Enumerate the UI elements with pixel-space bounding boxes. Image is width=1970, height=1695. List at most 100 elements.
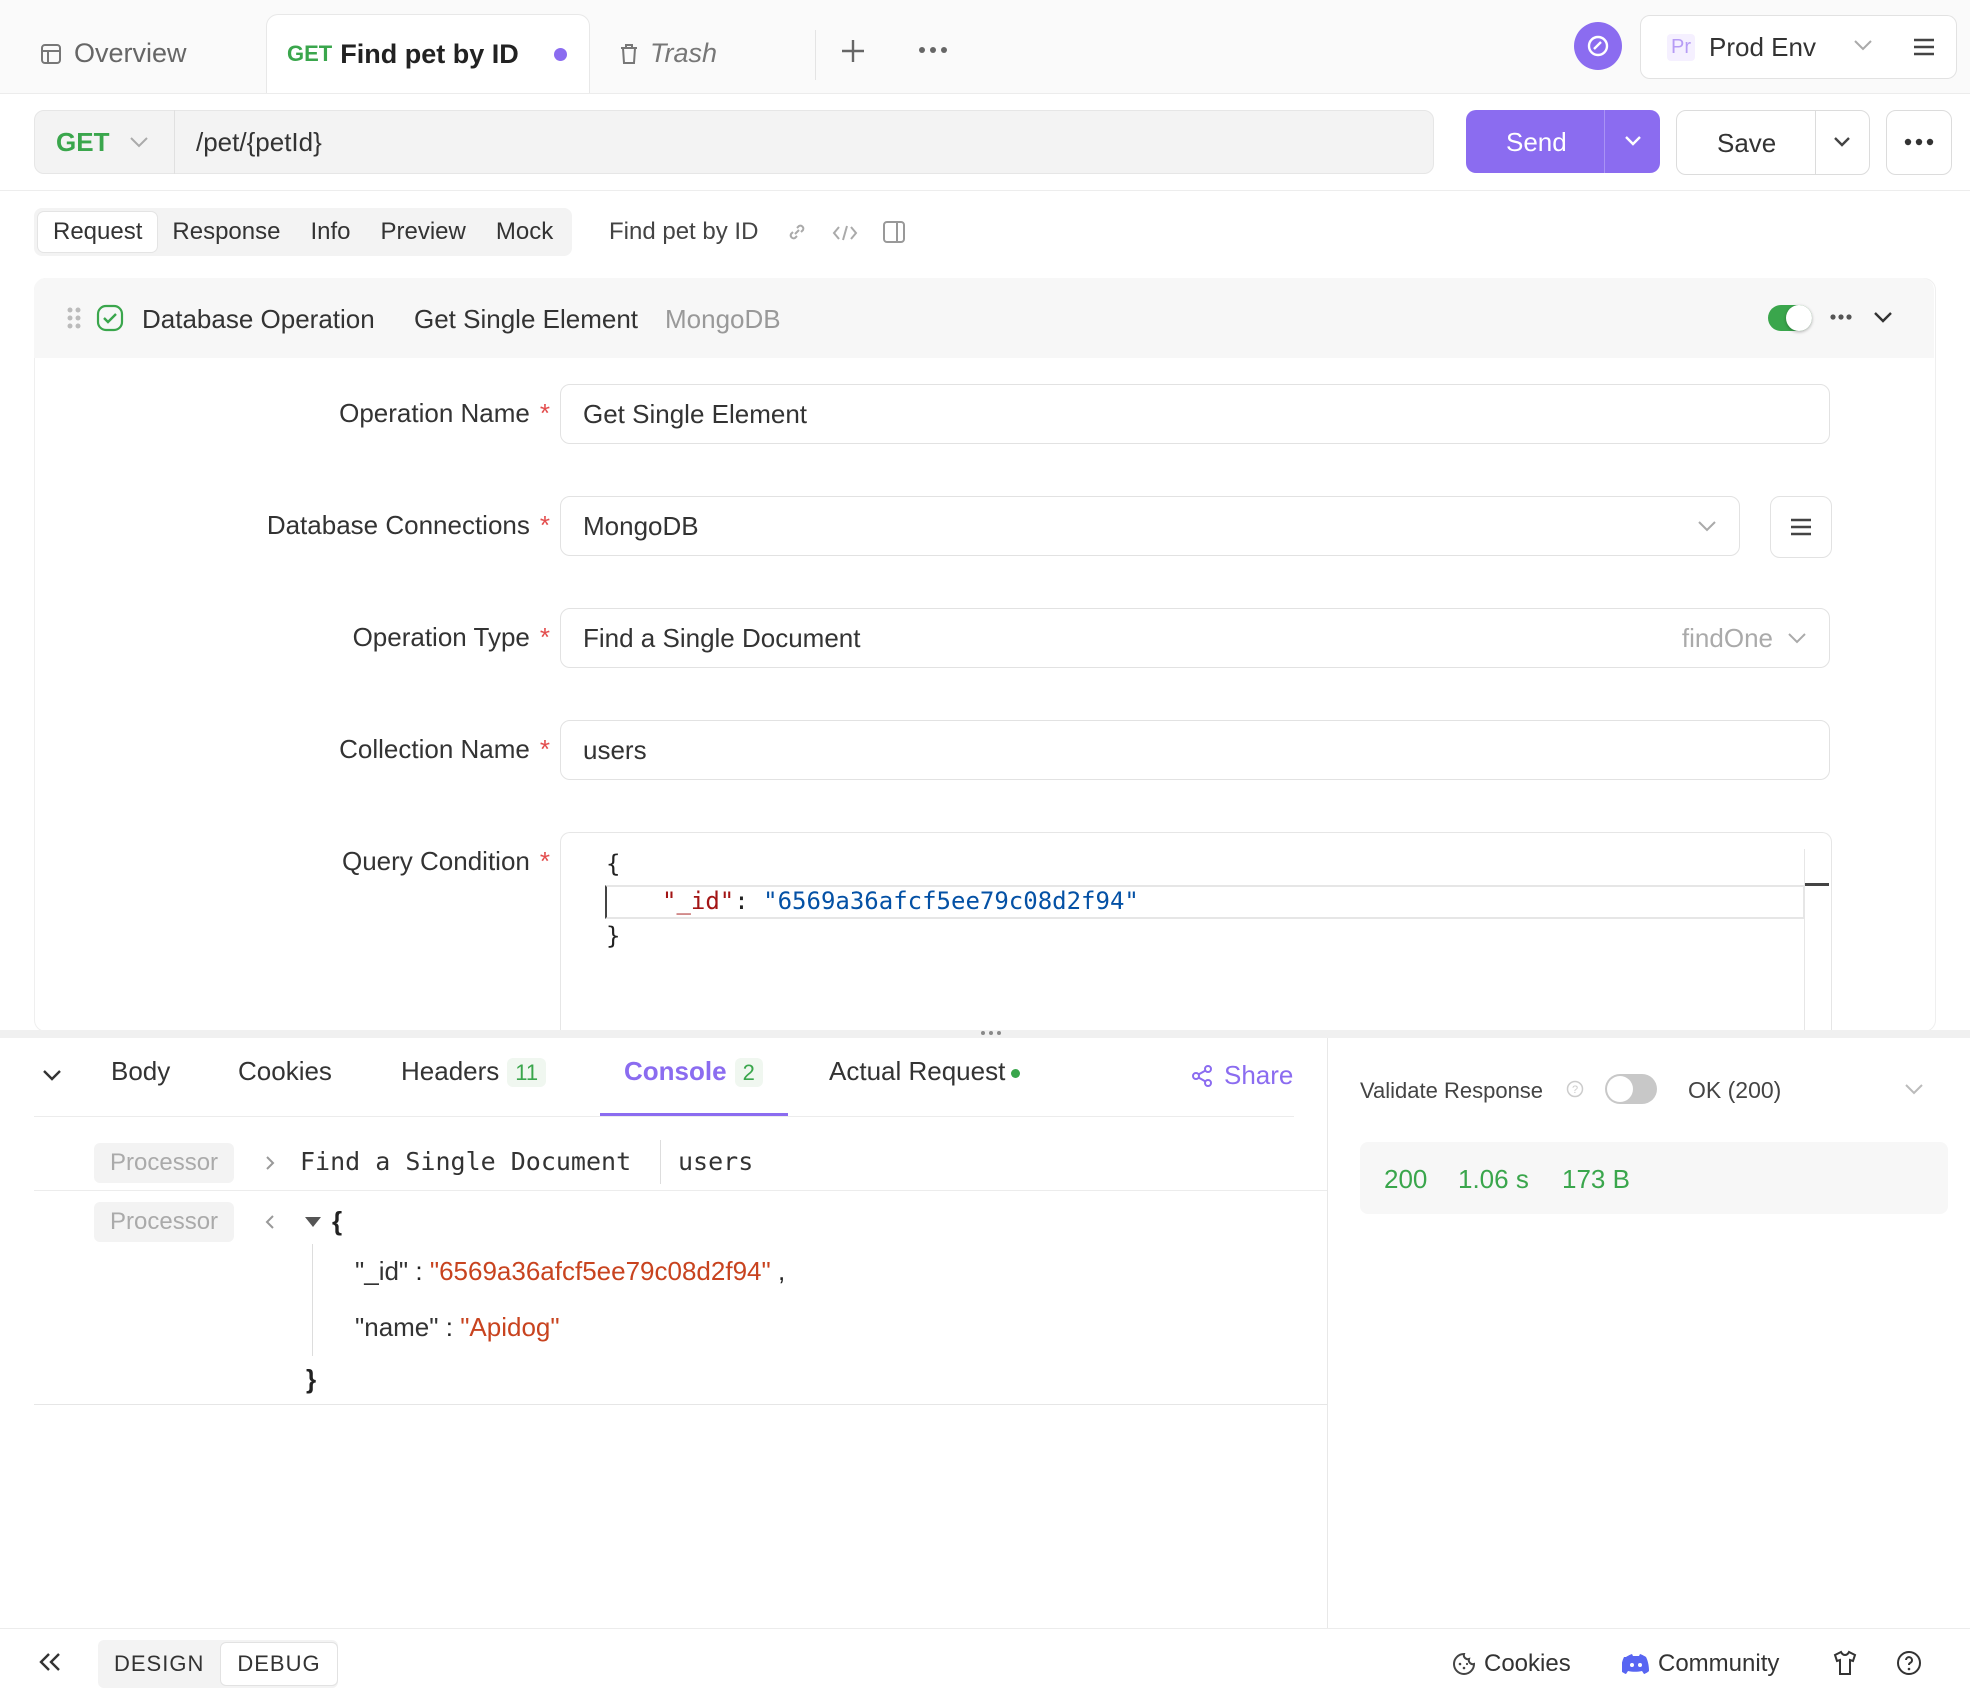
collapse-row-icon[interactable] bbox=[264, 1213, 276, 1231]
share-icon bbox=[1190, 1064, 1214, 1088]
save-options-icon[interactable] bbox=[1833, 136, 1851, 148]
share-label: Share bbox=[1224, 1060, 1294, 1090]
json-toggle-icon[interactable] bbox=[304, 1216, 322, 1228]
console-row1-text: Find a Single Document bbox=[300, 1147, 632, 1176]
chevron-down-icon bbox=[1853, 38, 1873, 52]
tab-divider bbox=[815, 30, 816, 80]
tab-request[interactable]: Request bbox=[38, 212, 158, 252]
tab-title: Find pet by ID bbox=[340, 38, 519, 69]
console-row-divider bbox=[34, 1190, 1328, 1191]
processor-chip: Processor bbox=[94, 1202, 235, 1242]
query-condition-label: Query Condition * bbox=[341, 846, 550, 876]
menu-icon bbox=[1789, 517, 1813, 537]
overview-icon bbox=[40, 43, 62, 65]
query-colon: : bbox=[734, 887, 749, 915]
tab-headers[interactable]: Headers 11 bbox=[401, 1056, 547, 1087]
toggle-knob bbox=[1607, 1076, 1633, 1102]
console-row1-sep bbox=[660, 1140, 661, 1184]
processor-chip: Processor bbox=[94, 1143, 235, 1183]
more-actions-button[interactable] bbox=[1886, 110, 1952, 175]
cookies-label: Cookies bbox=[1484, 1650, 1571, 1677]
json-line-name: "name" : "Apidog" bbox=[355, 1312, 560, 1342]
tab-more-icon[interactable] bbox=[918, 46, 948, 54]
processor-title: Database Operation bbox=[142, 304, 375, 334]
operation-name-input[interactable]: Get Single Element bbox=[560, 384, 1830, 444]
design-mode-button[interactable]: DESIGN bbox=[98, 1651, 220, 1677]
processor-more-icon[interactable] bbox=[1830, 314, 1852, 320]
processor-toggle[interactable] bbox=[1768, 305, 1812, 331]
cookie-icon bbox=[1452, 1652, 1476, 1676]
tab-mock[interactable]: Mock bbox=[481, 212, 568, 252]
add-tab-icon[interactable] bbox=[840, 38, 866, 64]
env-menu-button[interactable] bbox=[1892, 15, 1957, 79]
drag-handle-icon[interactable] bbox=[66, 306, 82, 330]
tab-preview[interactable]: Preview bbox=[366, 212, 481, 252]
share-button[interactable]: Share bbox=[1190, 1060, 1293, 1091]
help-icon[interactable]: ? bbox=[1566, 1080, 1584, 1098]
operation-type-label: Operation Type * bbox=[352, 622, 550, 652]
send-options-icon[interactable] bbox=[1624, 135, 1642, 147]
shirt-icon[interactable] bbox=[1832, 1650, 1858, 1676]
collapse-response-icon[interactable] bbox=[42, 1068, 62, 1082]
status-select-chevron-icon[interactable] bbox=[1904, 1082, 1924, 1096]
status-code: 200 bbox=[1384, 1164, 1428, 1194]
collection-name-input[interactable]: users bbox=[560, 720, 1830, 780]
required-mark: * bbox=[539, 846, 550, 876]
env-name: Prod Env bbox=[1709, 31, 1816, 62]
method-select[interactable]: GET bbox=[34, 110, 175, 174]
check-circle-icon bbox=[96, 304, 124, 332]
processor-operation: Get Single Element bbox=[414, 304, 639, 334]
tab-info[interactable]: Info bbox=[295, 212, 365, 252]
chevron-down-icon bbox=[1697, 519, 1717, 533]
resize-handle-icon[interactable] bbox=[980, 1030, 1002, 1036]
footer-cookies-button[interactable]: Cookies bbox=[1452, 1650, 1571, 1678]
link-icon[interactable] bbox=[786, 221, 808, 243]
tab-headers-label: Headers bbox=[401, 1056, 500, 1086]
save-button[interactable]: Save bbox=[1676, 110, 1870, 175]
database-connection-select[interactable]: MongoDB bbox=[560, 496, 1740, 556]
split-view-icon[interactable] bbox=[882, 220, 906, 244]
status-dot-icon bbox=[1011, 1068, 1021, 1078]
community-button[interactable]: Community bbox=[1622, 1650, 1779, 1678]
code-icon[interactable] bbox=[832, 224, 858, 242]
expand-row-icon[interactable] bbox=[264, 1154, 276, 1172]
menu-icon bbox=[1912, 37, 1936, 57]
validate-toggle[interactable] bbox=[1605, 1074, 1657, 1104]
tab-cookies[interactable]: Cookies bbox=[238, 1056, 332, 1087]
url-input[interactable]: /pet/{petId} bbox=[196, 127, 322, 158]
processor-collapse-icon[interactable] bbox=[1873, 310, 1893, 324]
env-badge: Pr bbox=[1667, 33, 1695, 61]
send-button[interactable]: Send bbox=[1466, 110, 1660, 173]
tab-overview[interactable]: Overview bbox=[40, 14, 187, 93]
tab-trash[interactable]: Trash bbox=[618, 14, 717, 93]
unsaved-dot-icon bbox=[554, 47, 567, 61]
required-mark: * bbox=[539, 398, 550, 428]
tab-actual-request[interactable]: Actual Request bbox=[829, 1056, 1021, 1087]
collection-name-label: Collection Name * bbox=[339, 734, 550, 764]
tab-console[interactable]: Console 2 bbox=[624, 1056, 763, 1087]
response-time: 1.06 s bbox=[1458, 1164, 1529, 1194]
operation-type-select[interactable]: Find a Single Document findOne bbox=[560, 608, 1830, 668]
console-row1-collection: users bbox=[678, 1147, 754, 1176]
env-selector[interactable]: Pr Prod Env bbox=[1640, 15, 1894, 79]
status-select[interactable]: OK (200) bbox=[1688, 1077, 1781, 1104]
editor-scrollbar[interactable] bbox=[1804, 849, 1831, 1031]
tab-find-pet[interactable]: GET Find pet by ID bbox=[266, 14, 590, 93]
operation-type-hint: findOne bbox=[1681, 622, 1773, 653]
pane-divider[interactable] bbox=[1327, 1038, 1328, 1628]
tab-response[interactable]: Response bbox=[157, 212, 295, 252]
database-manage-button[interactable] bbox=[1770, 496, 1832, 558]
query-condition-editor[interactable] bbox=[560, 832, 1832, 1031]
sync-icon[interactable] bbox=[1574, 22, 1622, 70]
json-close-brace: } bbox=[306, 1364, 317, 1394]
json-line-id: "_id" : "6569a36afcf5ee79c08d2f94" , bbox=[355, 1256, 786, 1286]
help-circle-icon[interactable] bbox=[1896, 1650, 1922, 1676]
operation-name-label: Operation Name * bbox=[339, 398, 550, 428]
editor-scroll-thumb[interactable] bbox=[1805, 883, 1829, 886]
community-label: Community bbox=[1658, 1650, 1780, 1677]
debug-mode-button[interactable]: DEBUG bbox=[220, 1642, 338, 1686]
collapse-sidebar-icon[interactable] bbox=[38, 1652, 62, 1672]
query-line-3: } bbox=[606, 922, 621, 950]
sub-tabs: Request Response Info Preview Mock bbox=[34, 208, 573, 256]
tab-body[interactable]: Body bbox=[111, 1056, 170, 1087]
